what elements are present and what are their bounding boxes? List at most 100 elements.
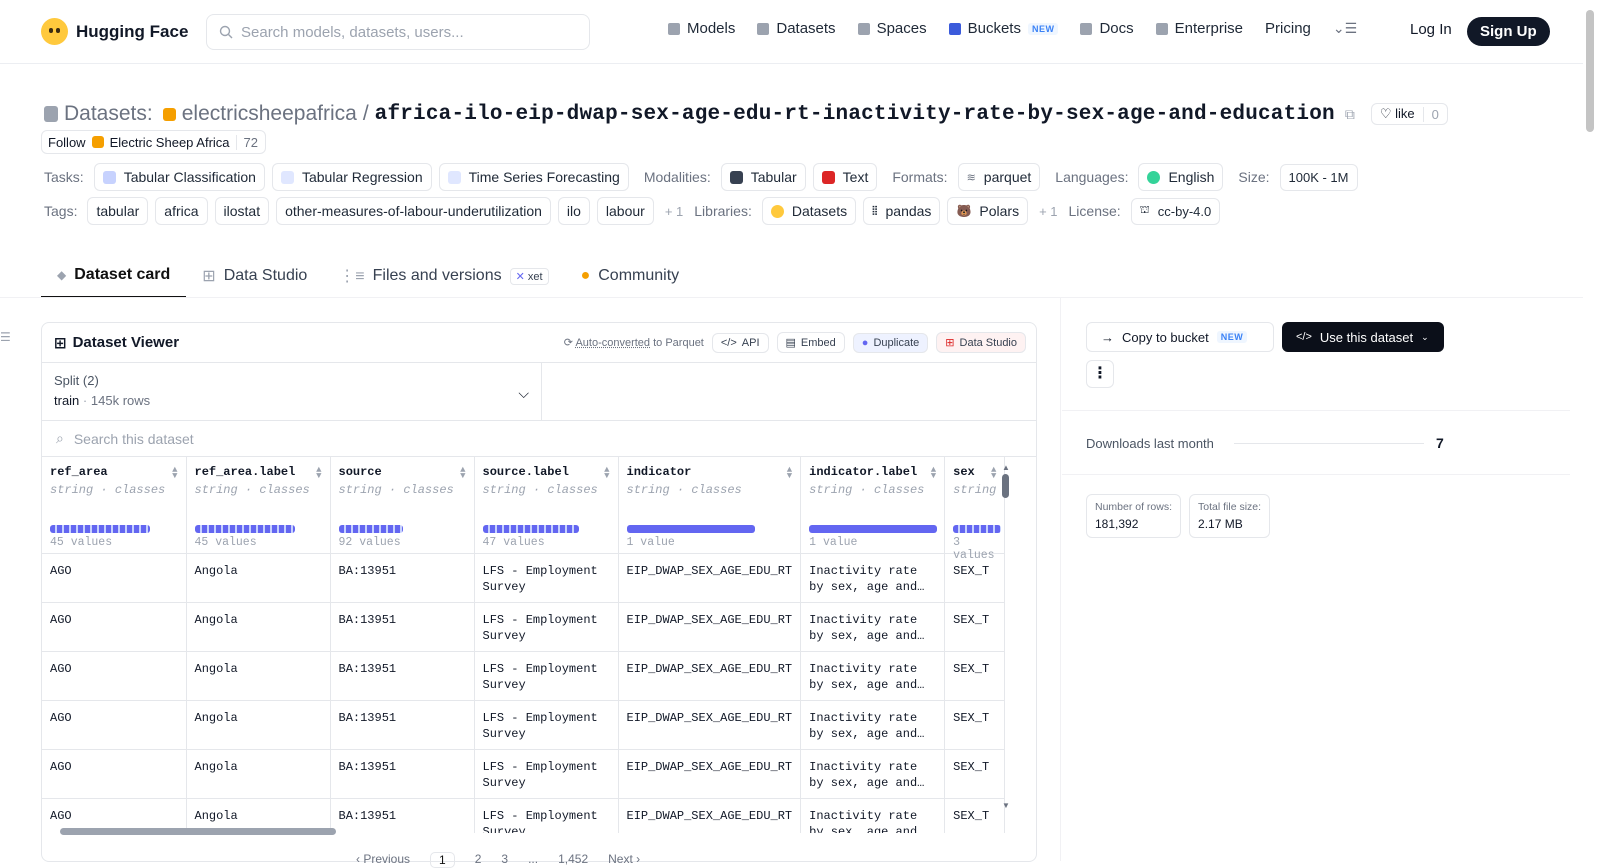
table-cell[interactable]: AGO <box>42 552 187 602</box>
table-cell[interactable]: Inactivity rate by sex, age and… <box>800 797 946 833</box>
more-libraries-link[interactable]: + 1 <box>1039 204 1057 219</box>
copy-to-bucket-button[interactable]: → Copy to bucket NEW <box>1086 322 1274 352</box>
table-cell[interactable]: EIP_DWAP_SEX_AGE_EDU_RT <box>618 601 802 651</box>
page-3[interactable]: 3 <box>501 852 508 868</box>
table-cell[interactable]: LFS - Employment Survey <box>474 748 619 798</box>
tag-chip[interactable]: labour <box>596 197 654 225</box>
table-cell[interactable]: BA:13951 <box>330 748 475 798</box>
sort-icon[interactable]: ▲ ▼ <box>787 466 792 481</box>
table-cell[interactable]: Inactivity rate by sex, age and… <box>800 699 946 749</box>
table-cell[interactable]: SEX_T <box>944 748 1006 798</box>
tag-chip[interactable]: tabular <box>87 197 149 225</box>
repo-name[interactable]: africa-ilo-eip-dwap-sex-age-edu-rt-inact… <box>375 103 1335 126</box>
table-row[interactable]: AGO Angola BA:13951 LFS - Employment Survey… <box>42 650 1006 700</box>
toc-icon[interactable]: ☰ <box>0 330 11 344</box>
table-cell[interactable]: LFS - Employment Survey <box>474 650 619 700</box>
auto-converted-link[interactable]: Auto-converted <box>575 337 650 349</box>
size-chip[interactable]: 100K - 1M <box>1279 163 1358 191</box>
table-cell[interactable]: BA:13951 <box>330 699 475 749</box>
task-chip[interactable]: Tabular Classification <box>93 163 265 191</box>
brand-logo[interactable]: Hugging Face <box>41 18 188 45</box>
page-1[interactable]: 1 <box>430 852 455 868</box>
page-last[interactable]: 1,452 <box>558 852 588 868</box>
use-dataset-button[interactable]: </> Use this dataset ⌄ <box>1282 322 1444 352</box>
split-select[interactable]: Split (2) train · 145k rows ⌵ <box>42 363 542 420</box>
table-cell[interactable]: BA:13951 <box>330 797 475 833</box>
tag-chip[interactable]: africa <box>155 197 208 225</box>
sort-icon[interactable]: ▲ ▼ <box>172 466 177 481</box>
page-2[interactable]: 2 <box>475 852 482 868</box>
login-link[interactable]: Log In <box>1410 21 1452 38</box>
repo-owner[interactable]: electricsheepafrica <box>182 102 357 126</box>
table-cell[interactable]: Inactivity rate by sex, age and… <box>800 552 946 602</box>
tab-files[interactable]: ⋮≡ Files and versions ✕ xet <box>323 254 564 298</box>
table-cell[interactable]: LFS - Employment Survey <box>474 797 619 833</box>
table-cell[interactable]: BA:13951 <box>330 552 475 602</box>
value-distribution-bar[interactable] <box>626 525 755 533</box>
column-header[interactable]: sex string ▲ ▼ 3 values <box>944 457 1006 562</box>
nav-spaces[interactable]: Spaces <box>857 20 927 37</box>
sort-icon[interactable]: ▲ ▼ <box>460 466 465 481</box>
table-cell[interactable]: Angola <box>186 552 331 602</box>
table-cell[interactable]: Inactivity rate by sex, age and… <box>800 748 946 798</box>
tab-dataset-card[interactable]: ◆ Dataset card <box>41 254 187 298</box>
value-distribution-bar[interactable] <box>50 525 150 533</box>
column-header[interactable]: indicator.label string · classes ▲ ▼ 1 value <box>800 457 946 553</box>
table-cell[interactable]: EIP_DWAP_SEX_AGE_EDU_RT <box>618 699 802 749</box>
format-chip[interactable]: ≋ parquet <box>957 163 1041 191</box>
data-studio-button[interactable]: ⊞ Data Studio <box>936 332 1026 353</box>
tag-chip[interactable]: ilo <box>557 197 590 225</box>
task-chip[interactable]: Tabular Regression <box>271 163 432 191</box>
table-row[interactable]: AGO Angola BA:13951 LFS - Employment Survey… <box>42 552 1006 602</box>
table-cell[interactable]: Inactivity rate by sex, age and… <box>800 650 946 700</box>
task-chip[interactable]: Time Series Forecasting <box>438 163 629 191</box>
table-cell[interactable]: EIP_DWAP_SEX_AGE_EDU_RT <box>618 650 802 700</box>
global-search[interactable] <box>206 14 590 50</box>
page-scrollbar[interactable] <box>1586 10 1594 132</box>
follow-button[interactable]: Follow Electric Sheep Africa 72 <box>41 130 266 154</box>
table-cell[interactable]: SEX_T <box>944 601 1006 651</box>
table-cell[interactable]: EIP_DWAP_SEX_AGE_EDU_RT <box>618 748 802 798</box>
table-cell[interactable]: SEX_T <box>944 797 1006 833</box>
language-chip[interactable]: English <box>1138 163 1224 191</box>
table-cell[interactable]: LFS - Employment Survey <box>474 699 619 749</box>
table-cell[interactable]: AGO <box>42 699 187 749</box>
table-cell[interactable]: BA:13951 <box>330 650 475 700</box>
tag-chip[interactable]: other-measures-of-labour-underutilizatio… <box>276 197 551 225</box>
nav-buckets[interactable]: Buckets NEW <box>948 20 1059 37</box>
search-input[interactable] <box>241 23 561 41</box>
table-row[interactable]: AGO Angola BA:13951 LFS - Employment Survey… <box>42 699 1006 749</box>
library-chip[interactable]: ⦙⦙ pandas <box>863 197 941 225</box>
nav-docs[interactable]: Docs <box>1080 20 1134 37</box>
nav-enterprise[interactable]: Enterprise <box>1155 20 1243 37</box>
column-header[interactable]: source string · classes ▲ ▼ 92 values <box>330 457 475 553</box>
library-chip[interactable]: 🐻 Polars <box>947 197 1029 225</box>
table-cell[interactable]: LFS - Employment Survey <box>474 601 619 651</box>
table-cell[interactable]: SEX_T <box>944 699 1006 749</box>
nav-pricing[interactable]: Pricing <box>1265 20 1311 37</box>
embed-button[interactable]: ▤ Embed <box>776 332 845 353</box>
table-cell[interactable]: EIP_DWAP_SEX_AGE_EDU_RT <box>618 797 802 833</box>
more-options-button[interactable]: ⋮ <box>1086 360 1114 388</box>
table-cell[interactable]: AGO <box>42 748 187 798</box>
value-distribution-bar[interactable] <box>482 525 579 533</box>
tag-chip[interactable]: ilostat <box>214 197 270 225</box>
value-distribution-bar[interactable] <box>194 525 295 533</box>
copy-icon[interactable]: ⧉ <box>1345 106 1355 123</box>
nav-models[interactable]: Models <box>668 20 735 37</box>
table-row[interactable]: AGO Angola BA:13951 LFS - Employment Survey… <box>42 601 1006 651</box>
dataset-search[interactable]: ⌕ Search this dataset <box>42 421 1036 457</box>
column-header[interactable]: ref_area.label string · classes ▲ ▼ 45 value… <box>186 457 331 553</box>
prev-page[interactable]: ‹ Previous <box>356 852 410 868</box>
table-cell[interactable]: Angola <box>186 650 331 700</box>
sort-icon[interactable]: ▲ ▼ <box>316 466 321 481</box>
table-row[interactable]: AGO Angola BA:13951 LFS - Employment Survey… <box>42 748 1006 798</box>
grid-vscroll[interactable]: ▲ ▼ <box>1002 463 1012 813</box>
library-chip[interactable]: Datasets <box>761 197 857 225</box>
value-distribution-bar[interactable] <box>953 525 1002 533</box>
table-cell[interactable]: EIP_DWAP_SEX_AGE_EDU_RT <box>618 552 802 602</box>
next-page[interactable]: Next › <box>608 852 640 868</box>
table-cell[interactable]: Inactivity rate by sex, age and… <box>800 601 946 651</box>
duplicate-button[interactable]: ● Duplicate <box>852 332 929 353</box>
license-chip[interactable]: ⛫ cc-by-4.0 <box>1130 197 1221 225</box>
